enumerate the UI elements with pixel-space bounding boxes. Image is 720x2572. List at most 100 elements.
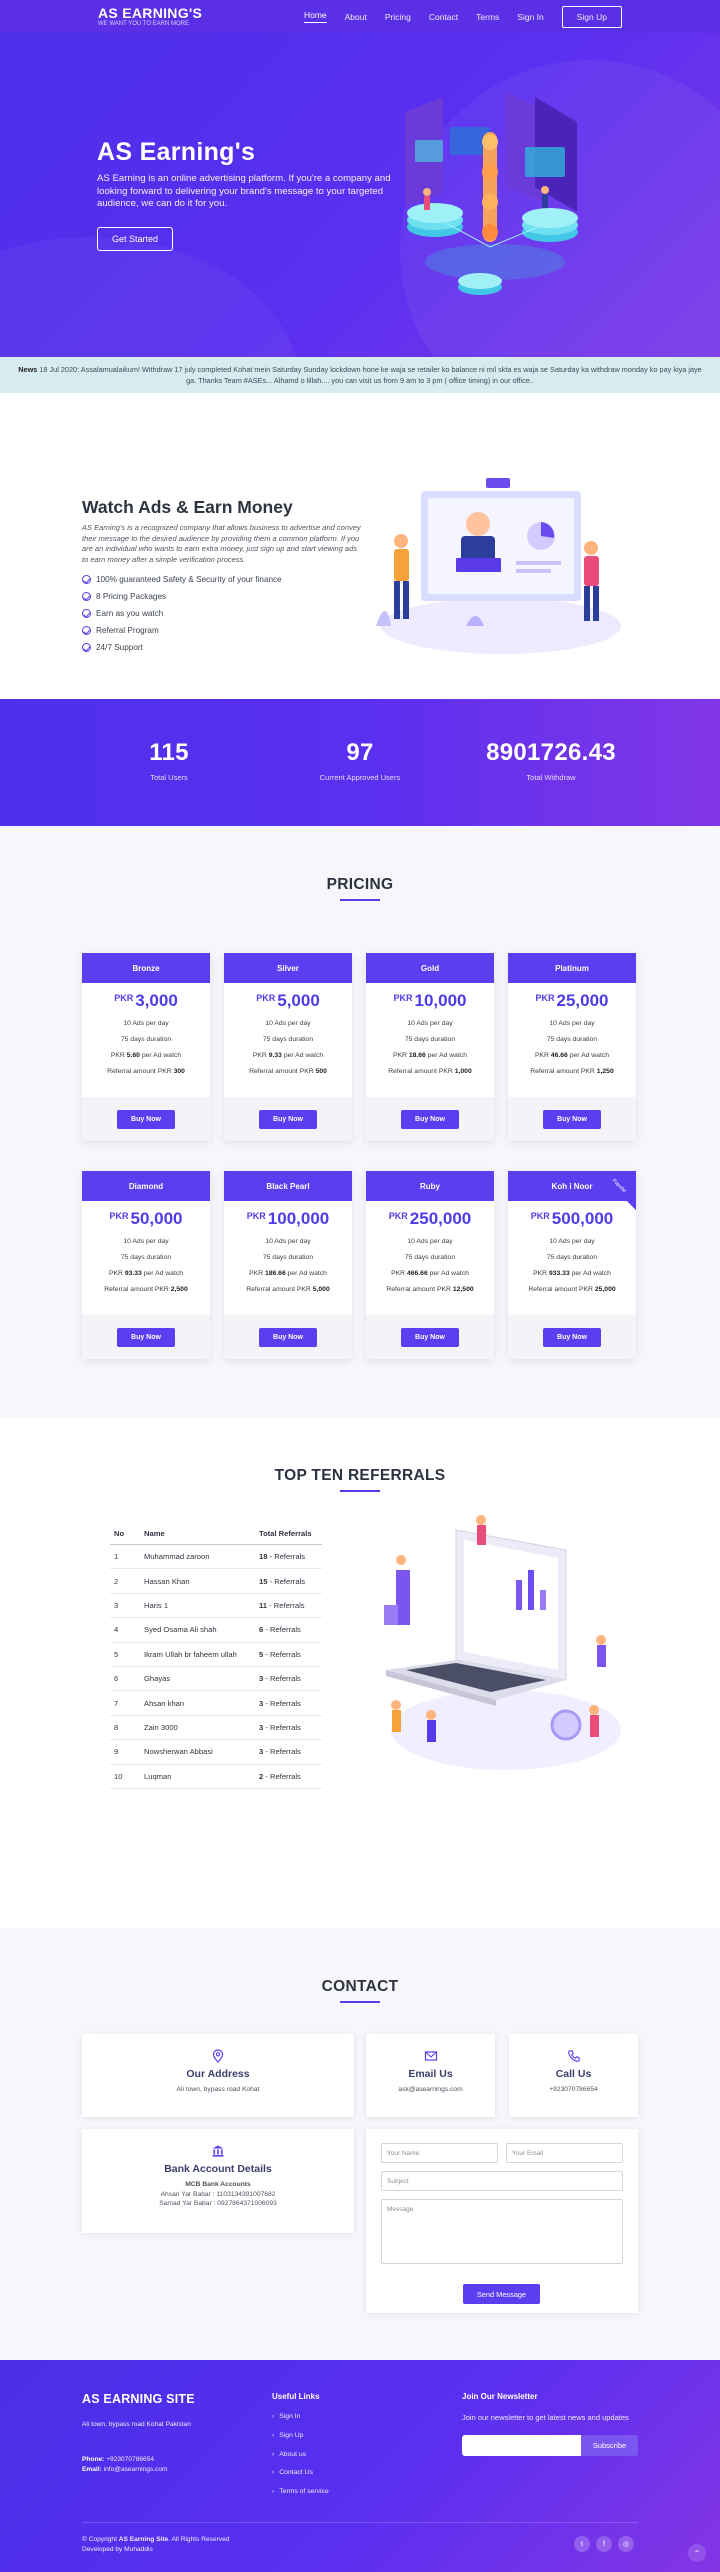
plan-per-ad: PKR 93.33 per Ad watch [108,1270,184,1277]
footer-link-terms[interactable]: › Terms of service [272,2488,329,2507]
nav-contact[interactable]: Contact [429,12,458,22]
nav-home[interactable]: Home [303,10,327,23]
feature-item: Earn as you watch [82,605,362,622]
nav-about[interactable]: About [345,12,367,22]
plan-duration: 75 days duration [404,1036,456,1043]
email-card: Email Us ask@asearnings.com [366,2034,495,2117]
ticker-text: 18 Jul 2020: Assalamualaikum! Withdraw 1… [39,365,702,385]
contact-phone-link[interactable]: +923070786654 [509,2085,638,2095]
watch-illustration [376,478,621,654]
nav-terms[interactable]: Terms [476,12,499,22]
buy-now-button[interactable]: Buy Now [543,1327,601,1347]
hero-section: AS Earning's AS Earning is an online adv… [0,0,720,357]
newsletter-title: Join Our Newsletter [462,2392,538,2401]
footer-link-signup[interactable]: › Sign Up [272,2432,329,2451]
plan-ads: 10 Ads per day [123,1238,169,1245]
buy-now-button[interactable]: Buy Now [117,1109,175,1129]
plan-duration: 75 days duration [404,1254,456,1261]
footer-divider [82,2522,638,2523]
table-header-row: No Name Total Referrals [110,1523,322,1545]
contact-email-link[interactable]: ask@asearnings.com [366,2085,495,2095]
contact-form: Your Name Your Email Subject Message Sen… [366,2129,638,2313]
about-title: Watch Ads & Earn Money [82,497,293,517]
nav-links: Home About Pricing Contact Terms Sign In… [303,5,622,28]
newsletter-email-input[interactable] [462,2435,581,2456]
check-icon [82,609,91,618]
brand-logo[interactable]: AS EARNING'S WE WANT YOU TO EARN MORE [98,6,202,27]
plan-name: Silver [224,953,352,983]
map-pin-icon [212,2049,224,2063]
copyright: © Copyright AS Earning Site. All Rights … [82,2536,230,2553]
pricing-card: Platinum PKR 25,000 10 Ads per day 75 days d… [508,953,636,1141]
twitter-icon[interactable]: t [574,2536,590,2552]
pricing-section: PRICING Bronze PKR 3,000 10 Ads per day 75 d… [0,826,720,1418]
hero-description: AS Earning is an online advertising plat… [97,173,391,209]
table-row: 2 Hassan Khan 15 - Referrals [110,1568,322,1594]
nav-pricing[interactable]: Pricing [385,12,411,22]
plan-ads: 10 Ads per day [549,1238,595,1245]
signup-button[interactable]: Sign Up [561,5,622,28]
plan-duration: 75 days duration [546,1254,598,1261]
table-row: 8 Zain 3000 3 - Referrals [110,1715,322,1741]
stat-total-users: 115 Total Users [149,739,189,782]
check-icon [82,592,91,601]
table-row: 7 Ahsan khan 3 - Referrals [110,1690,322,1716]
phone-card: Call Us +923070786654 [509,2034,638,2117]
plan-name: Ruby [366,1171,494,1201]
table-row: 9 Nowsherwan Abbasi 3 - Referrals [110,1739,322,1765]
nav-signin[interactable]: Sign In [517,12,543,22]
buy-now-button[interactable]: Buy Now [117,1327,175,1347]
footer-address: Ali town, bypass road Kohat Pakistan [82,2421,191,2428]
plan-referral: Referral amount PKR 25,000 [528,1286,616,1293]
chevron-right-icon: › [272,2488,275,2496]
footer-link-about[interactable]: › About us [272,2451,329,2470]
feature-list: 100% guaranteed Safety & Security of you… [82,571,362,656]
newsletter-text: Join our newsletter to get latest news a… [462,2413,629,2422]
brand-tagline: WE WANT YOU TO EARN MORE [98,21,190,27]
plan-price: PKR 5,000 [256,991,320,1010]
subscribe-button[interactable]: Subscribe [581,2435,638,2456]
buy-now-button[interactable]: Buy Now [259,1327,317,1347]
pricing-card: Silver PKR 5,000 10 Ads per day 75 days dura… [224,953,352,1141]
footer-links: › Sign In › Sign Up › About us › Contact Us … [272,2413,329,2507]
footer-link-signin[interactable]: › Sign In [272,2413,329,2432]
table-row: 5 Ikram Ullah br faheem ullah 5 - Referral… [110,1642,322,1667]
buy-now-button[interactable]: Buy Now [259,1109,317,1129]
contact-title: CONTACT [0,1928,720,2003]
plan-price: PKR 50,000 [109,1209,183,1228]
plan-ads: 10 Ads per day [549,1020,595,1027]
facebook-icon[interactable]: f [596,2536,612,2552]
plan-duration: 75 days duration [262,1036,314,1043]
hero-text: AS Earning's AS Earning is an online adv… [97,138,397,251]
plan-name: Black Pearl [224,1171,352,1201]
plan-ads: 10 Ads per day [265,1238,311,1245]
envelope-icon [424,2051,437,2061]
plan-per-ad: PKR 9.33 per Ad watch [252,1052,324,1059]
plan-referral: Referral amount PKR 12,500 [386,1286,474,1293]
instagram-icon[interactable]: ◎ [618,2536,634,2552]
send-message-button[interactable]: Send Message [463,2284,540,2304]
plan-referral: Referral amount PKR 1,250 [530,1068,614,1075]
referrals-section: TOP TEN REFERRALS No Name Total Referral… [0,1418,720,1928]
get-started-button[interactable]: Get Started [97,226,174,251]
name-input[interactable]: Your Name [381,2143,498,2163]
plan-referral: Referral amount PKR 2,500 [104,1286,188,1293]
chevron-right-icon: › [272,2450,275,2458]
table-row: 3 Haris 1 11 - Referrals [110,1593,322,1619]
referrals-title: TOP TEN REFERRALS [0,1418,720,1492]
plan-price: PKR 250,000 [388,1209,472,1228]
message-textarea[interactable]: Message [381,2199,623,2264]
buy-now-button[interactable]: Buy Now [401,1109,459,1129]
stat-approved-users: 97 Current Approved Users [319,739,401,782]
back-to-top-icon[interactable]: ⌃ [688,2544,706,2562]
plan-duration: 75 days duration [120,1254,172,1261]
email-input[interactable]: Your Email [506,2143,623,2163]
plan-per-ad: PKR 186.66 per Ad watch [249,1270,327,1277]
footer-link-contact[interactable]: › Contact Us [272,2469,329,2488]
buy-now-button[interactable]: Buy Now [401,1327,459,1347]
plan-price: PKR 500,000 [530,1209,614,1228]
hero-illustration [405,92,578,295]
buy-now-button[interactable]: Buy Now [543,1109,601,1129]
pricing-card: Bronze PKR 3,000 10 Ads per day 75 days dura… [82,953,210,1141]
subject-input[interactable]: Subject [381,2171,623,2191]
